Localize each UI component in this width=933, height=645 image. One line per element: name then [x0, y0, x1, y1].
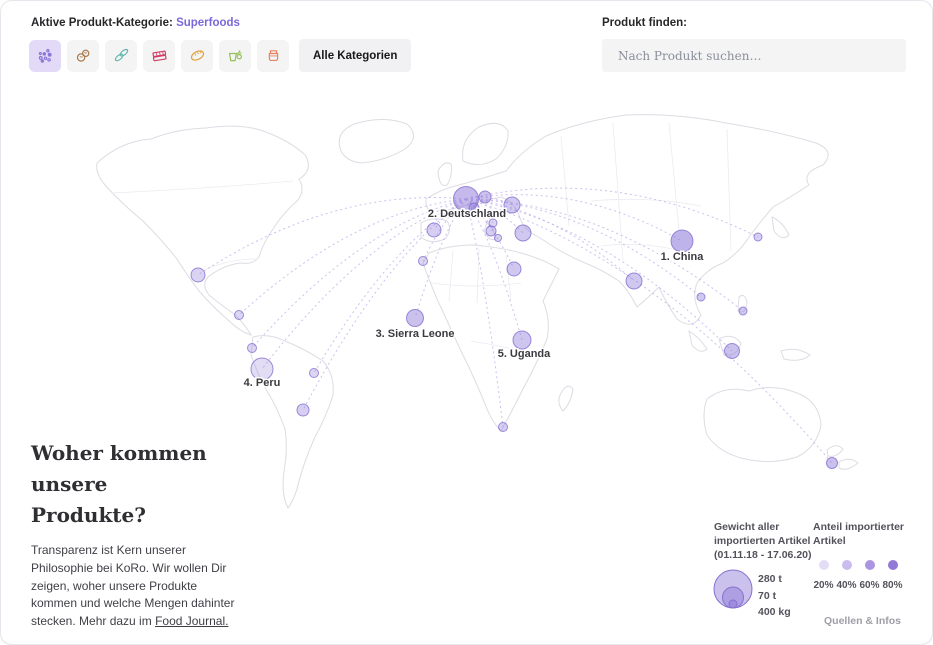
product-find-label: Produkt finden:	[602, 17, 687, 29]
legend-weight-tick: 280 t	[758, 571, 791, 588]
trade-route-arc	[466, 199, 503, 427]
trade-route-arc	[466, 199, 634, 281]
map-bubble[interactable]	[507, 262, 521, 276]
sources-link[interactable]: Quellen & Infos	[824, 615, 901, 627]
active-category-line: Aktive Produkt-Kategorie: Superfoods	[31, 17, 240, 29]
app-card: 2. Deutschland1. China3. Sierra Leone4. …	[0, 0, 933, 645]
category-button-drinks[interactable]	[219, 40, 251, 72]
intro-block: Woher kommen unsere Produkte? Transparen…	[31, 438, 251, 631]
trade-route-arcs	[198, 188, 832, 463]
map-bubble[interactable]	[297, 404, 309, 416]
map-bubble[interactable]	[495, 235, 502, 242]
page-title: Woher kommen unsere Produkte?	[31, 438, 221, 531]
category-button-superfoods[interactable]	[29, 40, 61, 72]
seeds-icon	[112, 46, 131, 65]
map-bubble[interactable]	[251, 358, 273, 380]
legend-share-dot	[819, 560, 829, 570]
bread-icon	[188, 46, 207, 65]
spreads-icon	[264, 46, 283, 65]
import-bubbles	[191, 187, 838, 469]
legend-weight-title: Gewicht aller importierten Artikel	[714, 520, 818, 548]
legend-share-dot	[865, 560, 875, 570]
legend-share-scale: 20%40%60%80%	[812, 557, 904, 591]
map-bubble[interactable]	[479, 191, 491, 203]
map-bubble[interactable]	[235, 311, 244, 320]
category-button-snack-bars[interactable]	[143, 40, 175, 72]
category-button-seeds[interactable]	[105, 40, 137, 72]
legend-weight-circles	[711, 566, 759, 614]
trade-route-arc	[239, 199, 466, 315]
map-bubble[interactable]	[419, 257, 428, 266]
trade-route-arc	[466, 199, 701, 297]
map-bubble[interactable]	[515, 225, 531, 241]
superfoods-icon	[36, 46, 55, 65]
trade-route-arc	[466, 199, 732, 351]
map-bubble[interactable]	[513, 331, 531, 349]
active-category-label: Aktive Produkt-Kategorie:	[31, 17, 173, 29]
legend-share-label: 80%	[881, 580, 904, 591]
category-button-bread[interactable]	[181, 40, 213, 72]
country-labels: 2. Deutschland1. China3. Sierra Leone4. …	[244, 208, 705, 389]
map-bubble[interactable]	[248, 344, 257, 353]
map-bubble[interactable]	[191, 268, 205, 282]
map-bubble[interactable]	[407, 310, 424, 327]
trade-route-arc	[252, 199, 466, 348]
map-bubble[interactable]	[725, 344, 740, 359]
food-journal-link[interactable]: Food Journal.	[155, 614, 228, 628]
map-bubble[interactable]	[504, 197, 520, 213]
drinks-icon	[226, 46, 245, 65]
product-search-input[interactable]	[602, 39, 906, 72]
map-bubble[interactable]	[739, 307, 747, 315]
active-category-value-link[interactable]: Superfoods	[176, 17, 240, 29]
map-bubble[interactable]	[626, 273, 642, 289]
map-bubble[interactable]	[486, 226, 496, 236]
legend-share-item: 40%	[835, 557, 858, 591]
country-label: 5. Uganda	[498, 348, 551, 360]
legend-share-label: 40%	[835, 580, 858, 591]
all-categories-button[interactable]: Alle Kategorien	[299, 39, 411, 72]
legend-weight-circle	[729, 600, 737, 608]
trade-route-arc	[303, 199, 466, 410]
map-bubble[interactable]	[671, 230, 693, 252]
legend-share-item: 80%	[881, 557, 904, 591]
map-bubble[interactable]	[310, 369, 319, 378]
map-bubble[interactable]	[827, 458, 838, 469]
country-label: 3. Sierra Leone	[376, 328, 455, 340]
legend-share-title: Anteil importierter Artikel	[813, 520, 915, 548]
legend-share-item: 60%	[858, 557, 881, 591]
legend-weight-period: (01.11.18 - 17.06.20)	[714, 548, 812, 562]
map-bubble[interactable]	[469, 203, 479, 213]
category-button-spreads[interactable]	[257, 40, 289, 72]
map-bubble[interactable]	[697, 293, 705, 301]
legend-share-dot	[888, 560, 898, 570]
category-buttons-row: Alle Kategorien	[29, 39, 411, 72]
legend-weight-tick: 70 t	[758, 588, 791, 605]
country-label: 1. China	[661, 251, 705, 263]
map-bubble[interactable]	[427, 223, 441, 237]
map-bubble[interactable]	[754, 233, 762, 241]
map-bubble[interactable]	[499, 423, 508, 432]
nuts-icon	[74, 46, 93, 65]
legend-share-label: 20%	[812, 580, 835, 591]
legend-weight-tick: 400 kg	[758, 604, 791, 621]
trade-route-arc	[314, 199, 466, 373]
legend-share-label: 60%	[858, 580, 881, 591]
legend-share-dot	[842, 560, 852, 570]
intro-paragraph: Transparenz ist Kern unserer Philosophie…	[31, 542, 236, 631]
category-button-nuts[interactable]	[67, 40, 99, 72]
snack-bars-icon	[150, 46, 169, 65]
legend-weight-ticks: 280 t70 t400 kg	[758, 571, 791, 621]
legend-share-item: 20%	[812, 557, 835, 591]
